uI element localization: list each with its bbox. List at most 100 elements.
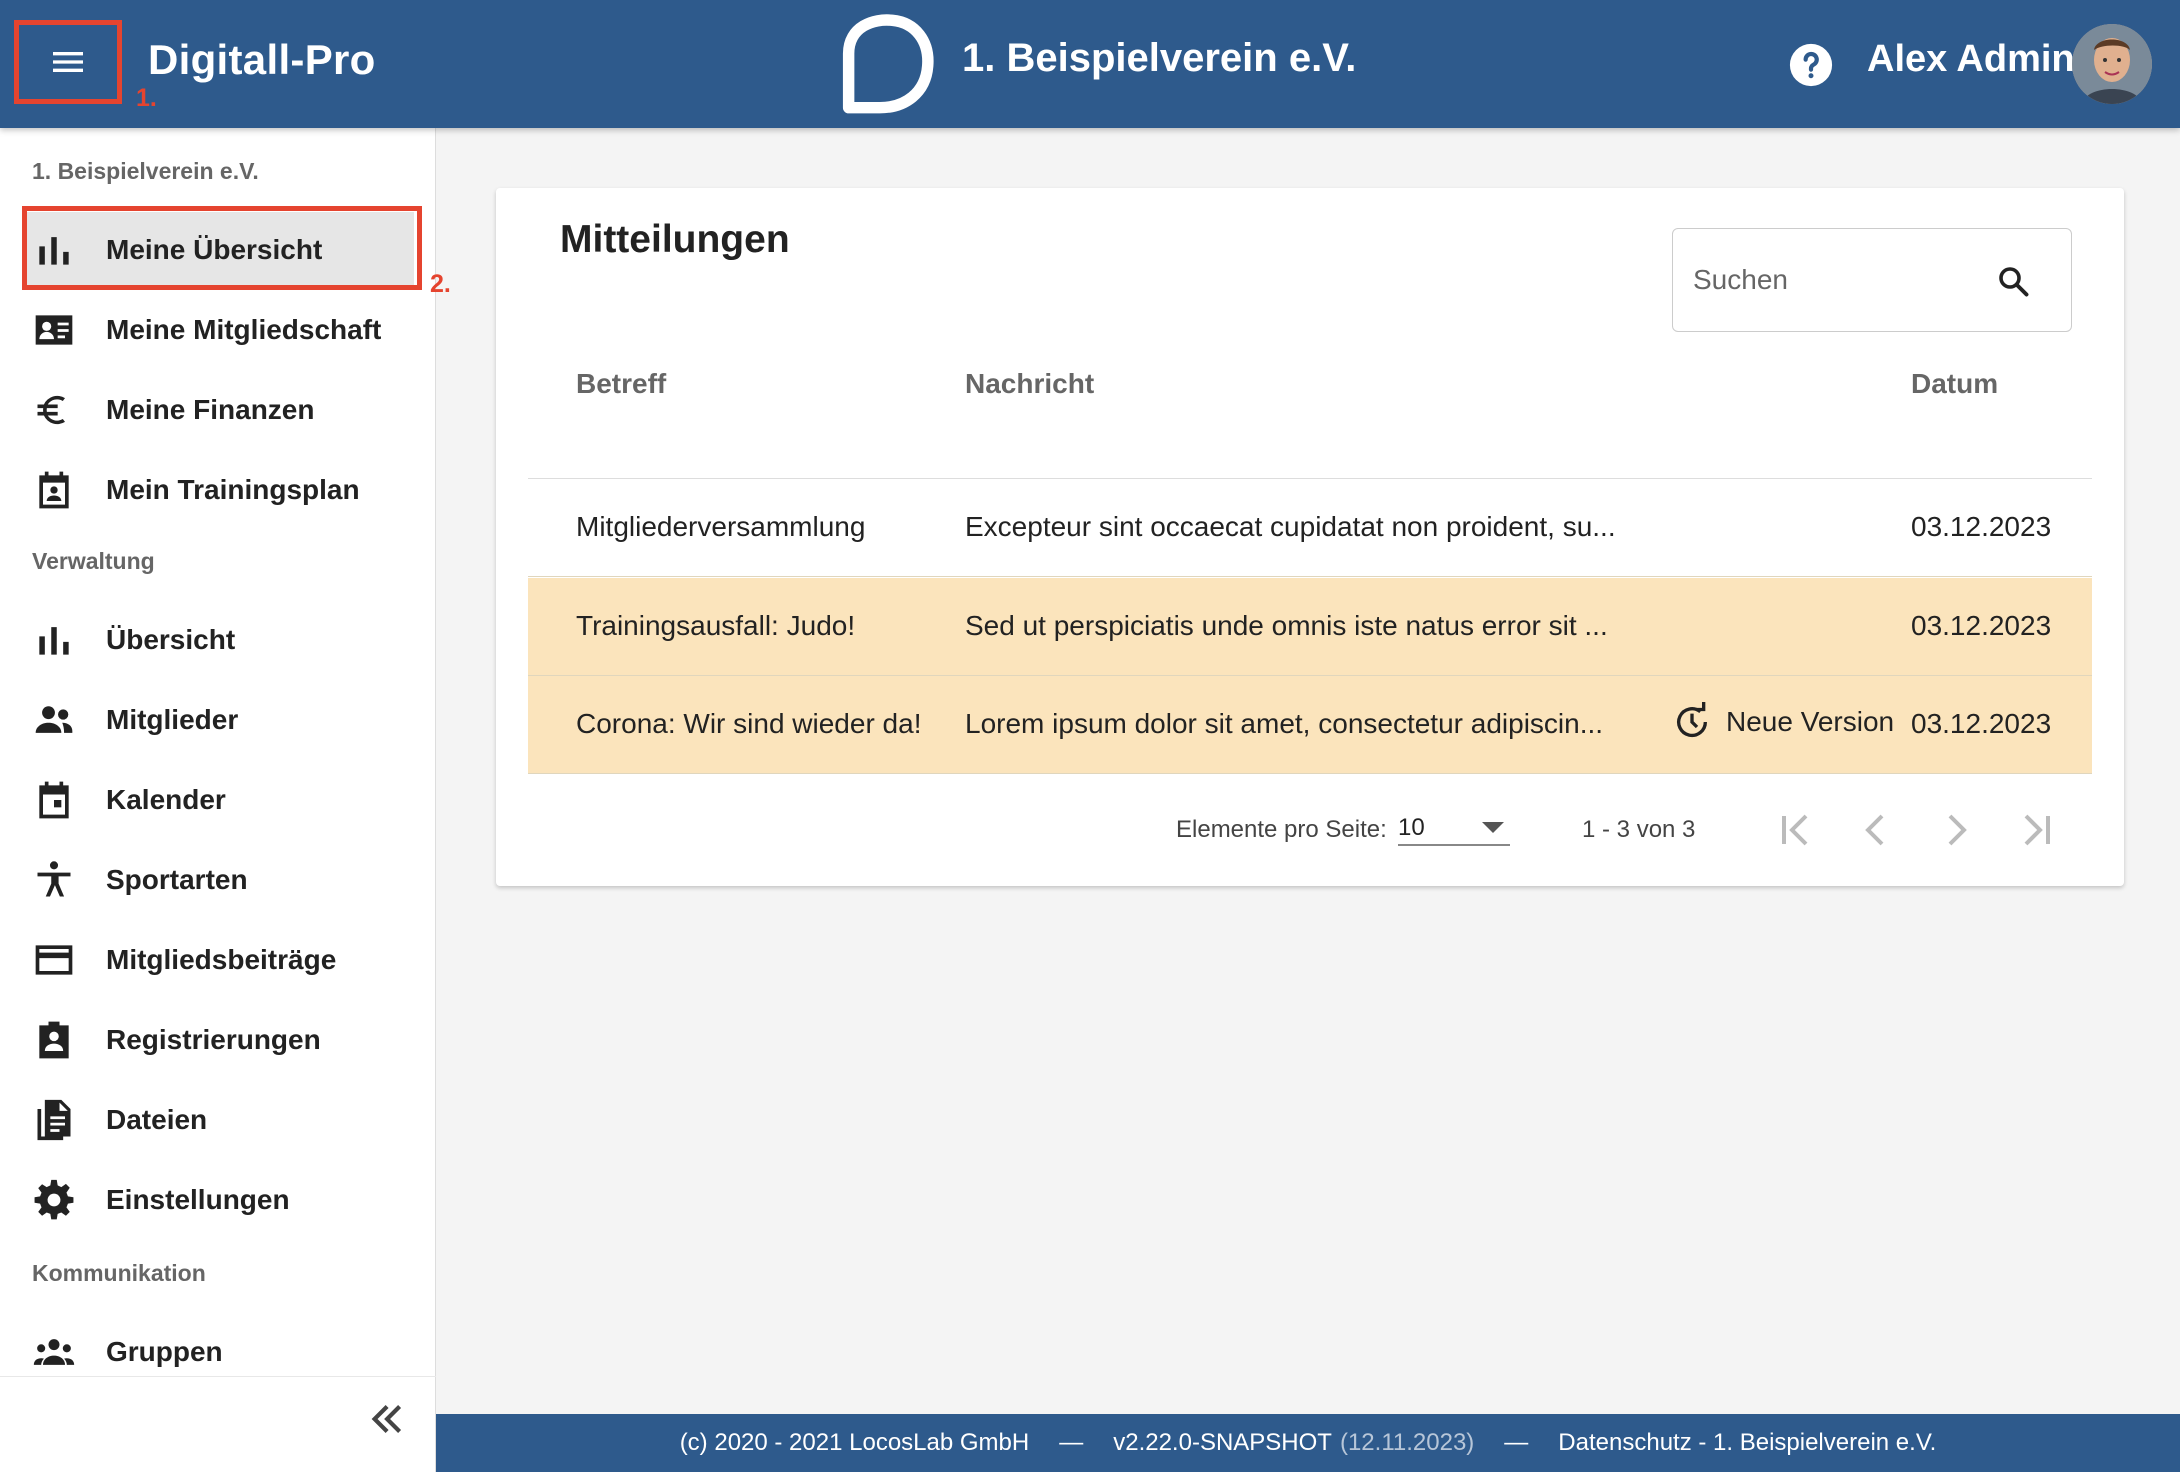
user-avatar[interactable] bbox=[2072, 24, 2152, 104]
sidebar-item-label: Meine Finanzen bbox=[106, 394, 315, 425]
sidebar-item-label: Übersicht bbox=[106, 624, 236, 655]
gear-icon bbox=[34, 1179, 74, 1220]
footer-build-date: (12.11.2023) bbox=[1339, 1429, 1475, 1456]
column-header-message[interactable]: Nachricht bbox=[965, 368, 1094, 400]
previous-page-button[interactable] bbox=[1852, 806, 1900, 854]
cell-date: 03.12.2023 bbox=[1911, 708, 2052, 739]
column-header-date[interactable]: Datum bbox=[1911, 368, 1998, 400]
sidebar-item-label: Meine Mitgliedschaft bbox=[106, 314, 382, 345]
club-logo-icon bbox=[842, 14, 934, 114]
sidebar-item-label: Mitglieder bbox=[106, 704, 239, 735]
user-name[interactable]: Alex Admin bbox=[1867, 38, 2075, 81]
footer-copyright: (c) 2020 - 2021 LocosLab GmbH bbox=[679, 1429, 1030, 1456]
first-page-button[interactable] bbox=[1772, 806, 1820, 854]
sidebar-section-club: 1. Beispielverein e.V. bbox=[32, 158, 259, 184]
collapse-sidebar-icon[interactable] bbox=[360, 1394, 410, 1444]
bar-chart-icon bbox=[39, 237, 69, 265]
groups-icon bbox=[33, 1339, 75, 1365]
sidebar-item-label: Mitgliedsbeiträge bbox=[106, 944, 337, 975]
help-icon[interactable] bbox=[1788, 42, 1834, 88]
cell-message: Excepteur sint occaecat cupidatat non pr… bbox=[965, 511, 1616, 542]
menu-icon bbox=[53, 52, 83, 72]
new-version-badge[interactable]: Neue Version bbox=[1672, 702, 1894, 742]
search-icon[interactable] bbox=[1995, 263, 2031, 299]
sidebar-item-mitglieder[interactable]: Mitglieder bbox=[22, 682, 414, 758]
calendar-icon bbox=[39, 781, 69, 819]
sidebar-divider bbox=[0, 1376, 436, 1377]
sidebar-item-label: Meine Übersicht bbox=[106, 234, 323, 265]
cell-date: 03.12.2023 bbox=[1911, 610, 2052, 641]
calendar-person-icon bbox=[39, 471, 69, 509]
euro-icon bbox=[37, 395, 65, 425]
club-title: 1. Beispielverein e.V. bbox=[962, 36, 1357, 80]
sidebar: 1. Beispielverein e.V. Meine Übersicht M… bbox=[0, 128, 436, 1472]
first-page-icon bbox=[1782, 814, 1808, 846]
sidebar-item-label: Mein Trainingsplan bbox=[106, 474, 360, 505]
files-icon bbox=[37, 1099, 71, 1141]
sidebar-item-label: Sportarten bbox=[106, 864, 248, 895]
last-page-icon bbox=[2024, 814, 2050, 846]
card-title: Mitteilungen bbox=[560, 218, 790, 261]
sidebar-item-meine-mitgliedschaft[interactable]: Meine Mitgliedschaft bbox=[22, 292, 414, 368]
sidebar-item-label: Gruppen bbox=[106, 1336, 223, 1367]
page-range: 1 - 3 von 3 bbox=[1582, 816, 1696, 843]
sidebar-section-kommunikation: Kommunikation bbox=[32, 1260, 206, 1286]
sidebar-item-meine-uebersicht[interactable]: Meine Übersicht bbox=[22, 212, 414, 288]
footer-version: v2.22.0-SNAPSHOT bbox=[1113, 1429, 1332, 1456]
sidebar-section-verwaltung: Verwaltung bbox=[32, 548, 155, 574]
cell-subject: Mitgliederversammlung bbox=[576, 511, 866, 542]
next-page-button[interactable] bbox=[1932, 806, 1980, 854]
bar-chart-icon bbox=[39, 627, 69, 655]
app-title: Digitall-Pro bbox=[148, 36, 376, 83]
clipboard-person-icon bbox=[39, 1021, 69, 1059]
sidebar-item-label: Einstellungen bbox=[106, 1184, 290, 1215]
cell-subject: Trainingsausfall: Judo! bbox=[576, 610, 856, 641]
items-per-page-label: Elemente pro Seite: bbox=[1176, 816, 1387, 843]
people-icon bbox=[35, 706, 73, 733]
messages-card: Mitteilungen Betreff Nachricht Datum Mit… bbox=[496, 188, 2124, 886]
footer-separator: — bbox=[1504, 1429, 1529, 1456]
sidebar-item-registrierungen[interactable]: Registrierungen bbox=[22, 1002, 414, 1078]
last-page-button[interactable] bbox=[2012, 806, 2060, 854]
top-app-bar: 1. Digitall-Pro 1. Beispielverein e.V. A… bbox=[0, 0, 2180, 128]
annotation-marker-1: 1. bbox=[136, 84, 157, 112]
items-per-page-select[interactable]: 10 bbox=[1398, 802, 1510, 846]
sidebar-item-mitgliedsbeitraege[interactable]: Mitgliedsbeiträge bbox=[22, 922, 414, 998]
credit-card-icon bbox=[35, 945, 73, 975]
avatar-photo-icon bbox=[2072, 24, 2152, 104]
cell-date: 03.12.2023 bbox=[1911, 511, 2052, 542]
sidebar-item-label: Dateien bbox=[106, 1104, 208, 1135]
table-row[interactable]: Trainingsausfall: Judo! Sed ut perspicia… bbox=[528, 578, 2092, 676]
update-icon bbox=[1677, 702, 1708, 738]
sidebar-item-uebersicht[interactable]: Übersicht bbox=[22, 602, 414, 678]
search-input[interactable] bbox=[1693, 264, 1993, 296]
sidebar-item-mein-trainingsplan[interactable]: Mein Trainingsplan bbox=[22, 452, 414, 528]
privacy-link[interactable]: Datenschutz - 1. Beispielverein e.V. bbox=[1558, 1429, 1936, 1457]
sidebar-item-meine-finanzen[interactable]: Meine Finanzen bbox=[22, 372, 414, 448]
cell-subject: Corona: Wir sind wieder da! bbox=[576, 708, 922, 739]
footer: (c) 2020 - 2021 LocosLab GmbH — v2.22.0-… bbox=[436, 1414, 2180, 1472]
cell-message: Lorem ipsum dolor sit amet, consectetur … bbox=[965, 708, 1604, 739]
menu-button[interactable] bbox=[14, 20, 122, 104]
sport-icon bbox=[37, 861, 71, 897]
table-row[interactable]: Mitgliederversammlung Excepteur sint occ… bbox=[528, 479, 2092, 577]
sidebar-item-kalender[interactable]: Kalender bbox=[22, 762, 414, 838]
badge-label: Neue Version bbox=[1726, 706, 1895, 737]
sidebar-item-label: Kalender bbox=[106, 784, 226, 815]
sidebar-item-sportarten[interactable]: Sportarten bbox=[22, 842, 414, 918]
chevron-left-icon bbox=[1865, 814, 1884, 846]
id-card-icon bbox=[35, 315, 73, 345]
sidebar-item-label: Registrierungen bbox=[106, 1024, 321, 1055]
sidebar-item-einstellungen[interactable]: Einstellungen bbox=[22, 1162, 414, 1238]
annotation-marker-2: 2. bbox=[430, 270, 451, 298]
dropdown-caret-icon bbox=[1482, 822, 1504, 833]
table-row[interactable]: Corona: Wir sind wieder da! Lorem ipsum … bbox=[528, 676, 2092, 774]
chevron-right-icon bbox=[1948, 814, 1967, 846]
search-field[interactable] bbox=[1672, 228, 2072, 332]
sidebar-item-gruppen[interactable]: Gruppen bbox=[22, 1314, 414, 1390]
items-per-page-value: 10 bbox=[1398, 814, 1425, 841]
column-header-subject[interactable]: Betreff bbox=[576, 368, 666, 400]
cell-message: Sed ut perspiciatis unde omnis iste natu… bbox=[965, 610, 1608, 641]
footer-separator: — bbox=[1059, 1429, 1084, 1456]
sidebar-item-dateien[interactable]: Dateien bbox=[22, 1082, 414, 1158]
